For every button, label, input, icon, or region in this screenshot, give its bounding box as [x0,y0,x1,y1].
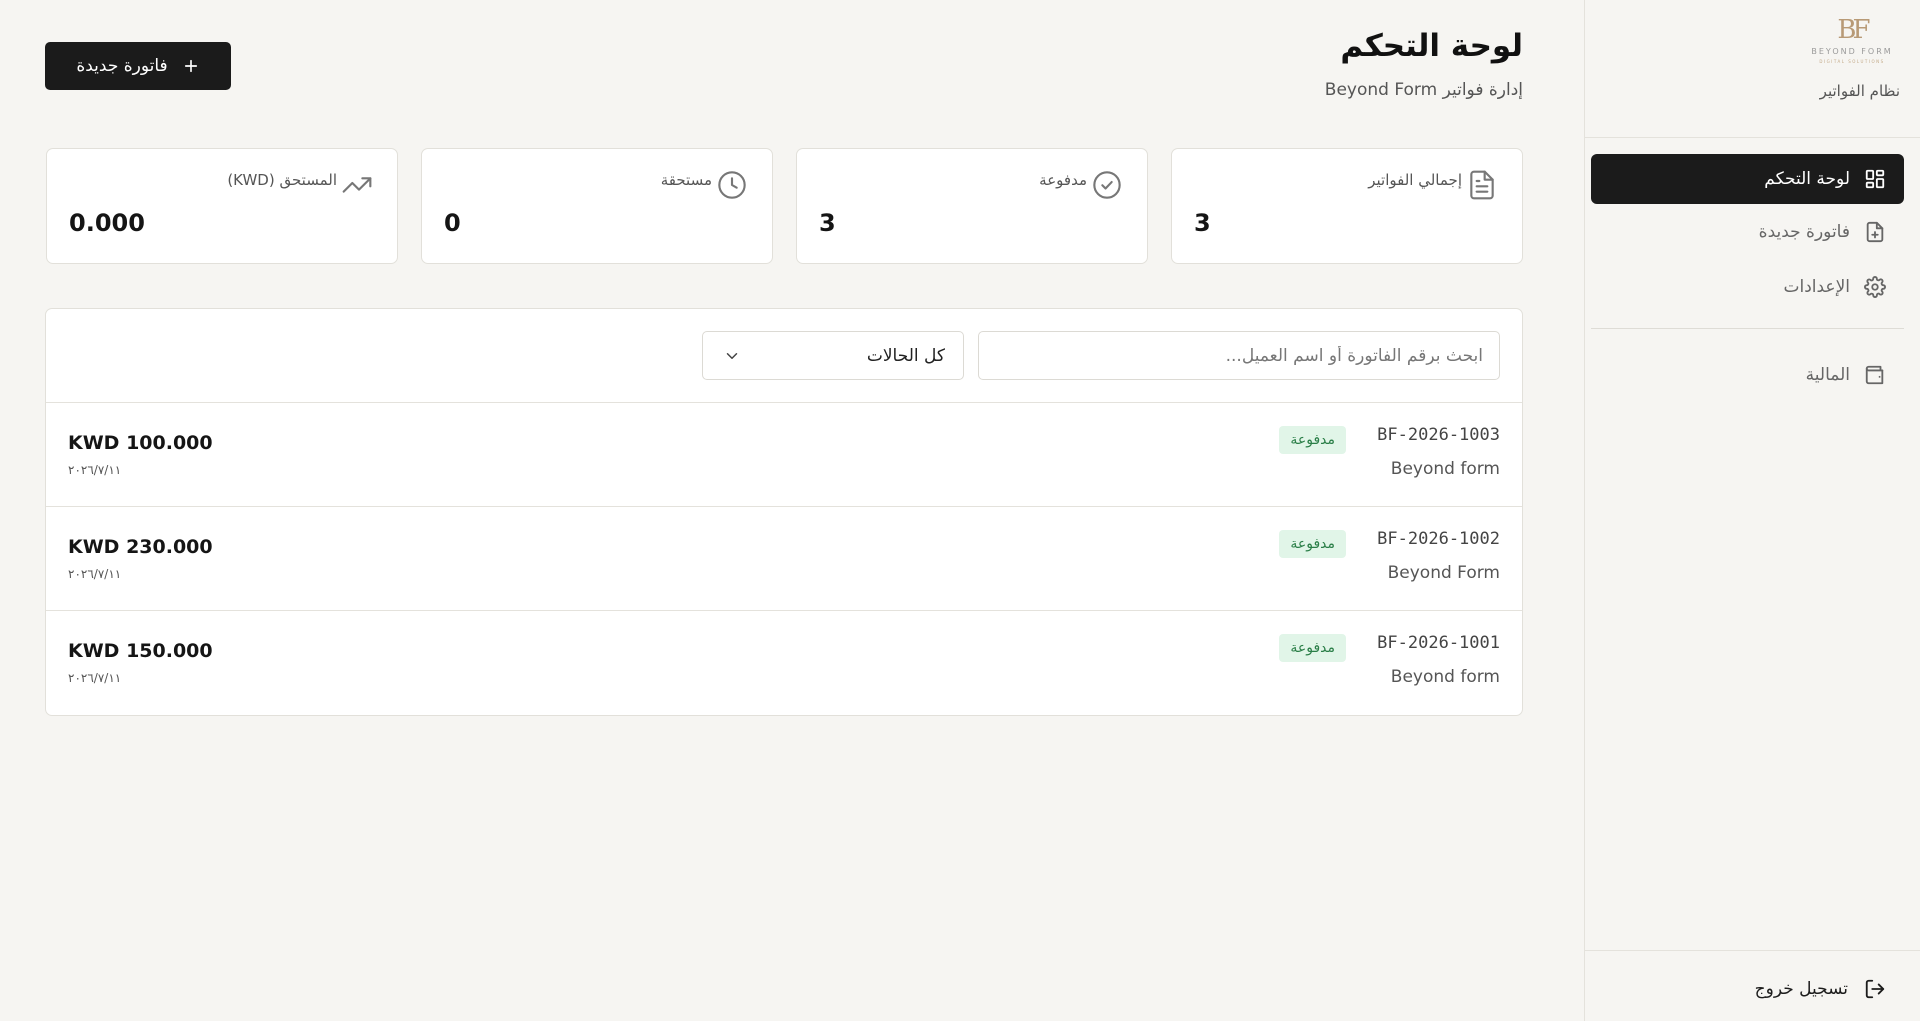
chevron-down-icon [723,347,741,365]
sidebar-item-finance[interactable]: المالية [1591,350,1904,400]
brand: BF BEYOND FORM DIGITAL SOLUTIONS نظام ال… [1700,14,1900,104]
invoice-date: ٢٠٢٦/٧/١١ [68,671,122,685]
stat-label: المستحق (KWD) [227,171,337,189]
invoice-number: BF-2026-1003 [1377,425,1500,445]
stat-header: مدفوعة [1039,169,1123,201]
stat-label: مستحقة [660,171,712,189]
sidebar-item-new-invoice[interactable]: فاتورة جديدة [1591,207,1904,257]
new-invoice-button[interactable]: فاتورة جديدة [45,42,231,90]
logout-button[interactable]: تسجيل خروج [1591,964,1904,1014]
status-badge: مدفوعة [1279,426,1346,454]
file-plus-icon [1864,221,1886,243]
brand-mark: BF [1837,15,1870,45]
brand-name: BEYOND FORM [1811,47,1893,56]
stat-card-due: مستحقة 0 [421,148,773,264]
wallet-icon [1864,364,1886,386]
invoice-date: ٢٠٢٦/٧/١١ [68,567,122,581]
invoice-number: BF-2026-1002 [1377,529,1500,549]
new-invoice-label: فاتورة جديدة [76,56,168,76]
client-name: Beyond form [1390,459,1500,479]
status-filter-value: كل الحالات [866,345,945,366]
client-name: Beyond Form [1387,563,1500,583]
stat-value: 0.000 [69,209,145,237]
sidebar-item-settings[interactable]: الإعدادات [1591,262,1904,312]
logout-label: تسجيل خروج [1754,979,1848,999]
invoice-date: ٢٠٢٦/٧/١١ [68,463,122,477]
brand-divider [1584,137,1920,138]
invoice-amount: KWD 230.000 [68,536,213,558]
invoice-row[interactable]: BF-2026-1003 مدفوعة Beyond form KWD 100.… [46,403,1522,507]
status-badge: مدفوعة [1279,530,1346,558]
invoice-amount: KWD 150.000 [68,640,213,662]
check-circle-icon [1091,169,1123,201]
stat-header: إجمالي الفواتير [1368,169,1498,201]
search-input[interactable] [978,331,1500,380]
invoice-number: BF-2026-1001 [1377,633,1500,653]
brand-tagline: DIGITAL SOLUTIONS [1819,59,1885,64]
stat-header: المستحق (KWD) [227,169,373,201]
stat-card-outstanding: المستحق (KWD) 0.000 [46,148,398,264]
brand-subtitle: نظام الفواتير [1819,82,1900,100]
invoices-panel: كل الحالات BF-2026-1003 مدفوعة Beyond fo… [45,308,1523,716]
logout-icon [1864,978,1886,1000]
document-icon [1466,169,1498,201]
stat-value: 3 [1194,209,1211,237]
sidebar-item-label: المالية [1805,365,1850,385]
trending-up-icon [341,169,373,201]
sidebar-item-dashboard[interactable]: لوحة التحكم [1591,154,1904,204]
invoice-row[interactable]: BF-2026-1002 مدفوعة Beyond Form KWD 230.… [46,507,1522,611]
gear-icon [1864,276,1886,298]
sidebar: BF BEYOND FORM DIGITAL SOLUTIONS نظام ال… [1584,0,1920,1021]
status-badge: مدفوعة [1279,634,1346,662]
logout-divider [1584,950,1920,951]
stat-label: إجمالي الفواتير [1368,171,1462,189]
stat-card-paid: مدفوعة 3 [796,148,1148,264]
grid-icon [1864,168,1886,190]
sidebar-item-label: الإعدادات [1783,277,1850,297]
stat-header: مستحقة [661,169,748,201]
stat-value: 3 [819,209,836,237]
brand-logo[interactable]: BF BEYOND FORM DIGITAL SOLUTIONS [1804,14,1900,76]
stat-label: مدفوعة [1039,171,1087,189]
stat-card-total-invoices: إجمالي الفواتير 3 [1171,148,1523,264]
page-title: لوحة التحكم [1340,28,1523,64]
invoice-row[interactable]: BF-2026-1001 مدفوعة Beyond form KWD 150.… [46,611,1522,715]
status-filter-select[interactable]: كل الحالات [702,331,964,380]
sidebar-item-label: فاتورة جديدة [1758,222,1850,242]
sidebar-item-label: لوحة التحكم [1764,169,1850,189]
nav-divider [1591,328,1904,329]
stat-value: 0 [444,209,461,237]
invoice-amount: KWD 100.000 [68,432,213,454]
client-name: Beyond form [1390,667,1500,687]
clock-icon [716,169,748,201]
page-subtitle: إدارة فواتير Beyond Form [1324,80,1523,100]
plus-icon [182,57,200,75]
